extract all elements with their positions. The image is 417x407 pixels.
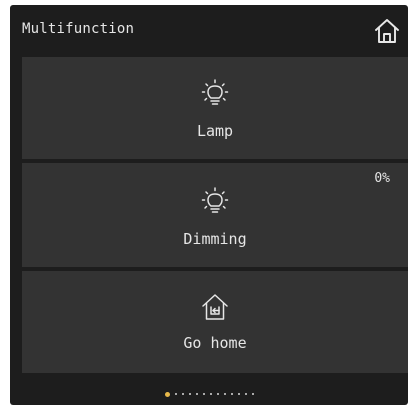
page-indicator — [10, 387, 408, 401]
go-home-label: Go home — [183, 334, 247, 352]
multifunction-panel: Multifunction Lamp 0% Dimming Go home — [10, 5, 408, 405]
page-dot-active[interactable] — [164, 391, 170, 397]
page-dot[interactable] — [251, 393, 254, 395]
dimming-value: 0% — [374, 171, 390, 186]
dimming-tile[interactable]: 0% Dimming — [22, 163, 408, 267]
lamp-label: Lamp — [196, 122, 234, 140]
header: Multifunction — [10, 5, 408, 55]
page-dot[interactable] — [237, 393, 240, 395]
page-dot[interactable] — [181, 393, 184, 395]
lightbulb-icon — [198, 77, 232, 111]
page-dot[interactable] — [230, 393, 233, 395]
home-icon[interactable] — [372, 16, 402, 46]
page-dot[interactable] — [174, 393, 177, 395]
page-dot[interactable] — [244, 393, 247, 395]
page-dot[interactable] — [195, 393, 198, 395]
go-home-tile[interactable]: Go home — [22, 271, 408, 373]
dimming-label: Dimming — [183, 230, 247, 248]
page-dot[interactable] — [223, 393, 226, 395]
page-dot[interactable] — [209, 393, 212, 395]
page-title: Multifunction — [22, 21, 135, 37]
page-dot[interactable] — [216, 393, 219, 395]
page-dot[interactable] — [202, 393, 205, 395]
page-dot[interactable] — [188, 393, 191, 395]
go-home-icon — [198, 290, 232, 324]
lightbulb-icon — [198, 185, 232, 219]
lamp-tile[interactable]: Lamp — [22, 57, 408, 159]
